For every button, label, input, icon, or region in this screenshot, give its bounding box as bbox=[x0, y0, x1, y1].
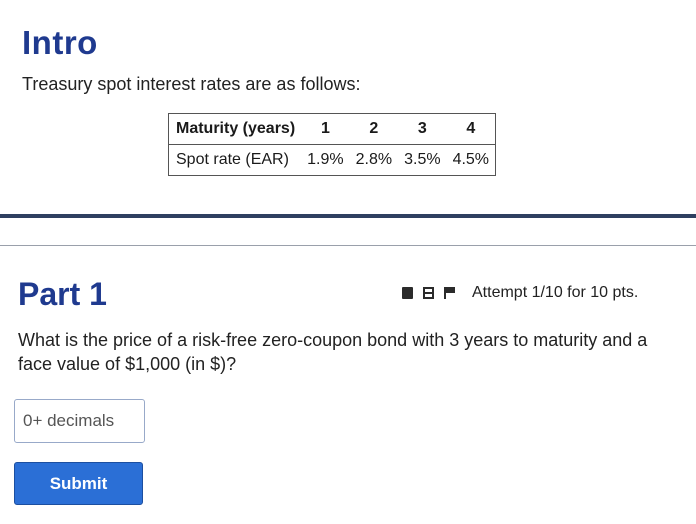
submit-button[interactable]: Submit bbox=[14, 462, 143, 505]
table-header-cell: 4 bbox=[446, 113, 497, 145]
question-text: What is the price of a risk-free zero-co… bbox=[18, 330, 648, 374]
part-title: Part 1 bbox=[18, 276, 107, 312]
table-cell: Spot rate (EAR) bbox=[168, 144, 302, 176]
section-divider bbox=[0, 214, 696, 218]
section-divider-thin bbox=[0, 245, 696, 246]
calculator-icon[interactable] bbox=[423, 287, 434, 299]
answer-input[interactable] bbox=[14, 399, 145, 443]
table-header-row: Maturity (years) 1 2 3 4 bbox=[168, 113, 497, 145]
table-cell: 3.5% bbox=[398, 144, 447, 176]
table-cell: 2.8% bbox=[349, 144, 399, 176]
flag-icon[interactable] bbox=[444, 287, 456, 299]
spot-rate-table: Maturity (years) 1 2 3 4 Spot rate (EAR)… bbox=[168, 113, 497, 176]
question-toolbar: Attempt 1/10 for 10 pts. bbox=[402, 284, 638, 302]
table-header-cell: 2 bbox=[349, 113, 399, 145]
intro-text: Treasury spot interest rates are as foll… bbox=[22, 74, 361, 94]
intro-title: Intro bbox=[22, 24, 98, 61]
table-header-cell: Maturity (years) bbox=[168, 113, 302, 145]
table-cell: 1.9% bbox=[301, 144, 350, 176]
table-header-cell: 1 bbox=[301, 113, 350, 145]
table-cell: 4.5% bbox=[446, 144, 497, 176]
table-row: Spot rate (EAR) 1.9% 2.8% 3.5% 4.5% bbox=[168, 144, 497, 176]
attempt-counter: Attempt 1/10 for 10 pts. bbox=[472, 284, 639, 301]
table-header-cell: 3 bbox=[398, 113, 447, 145]
book-icon[interactable] bbox=[402, 287, 413, 299]
